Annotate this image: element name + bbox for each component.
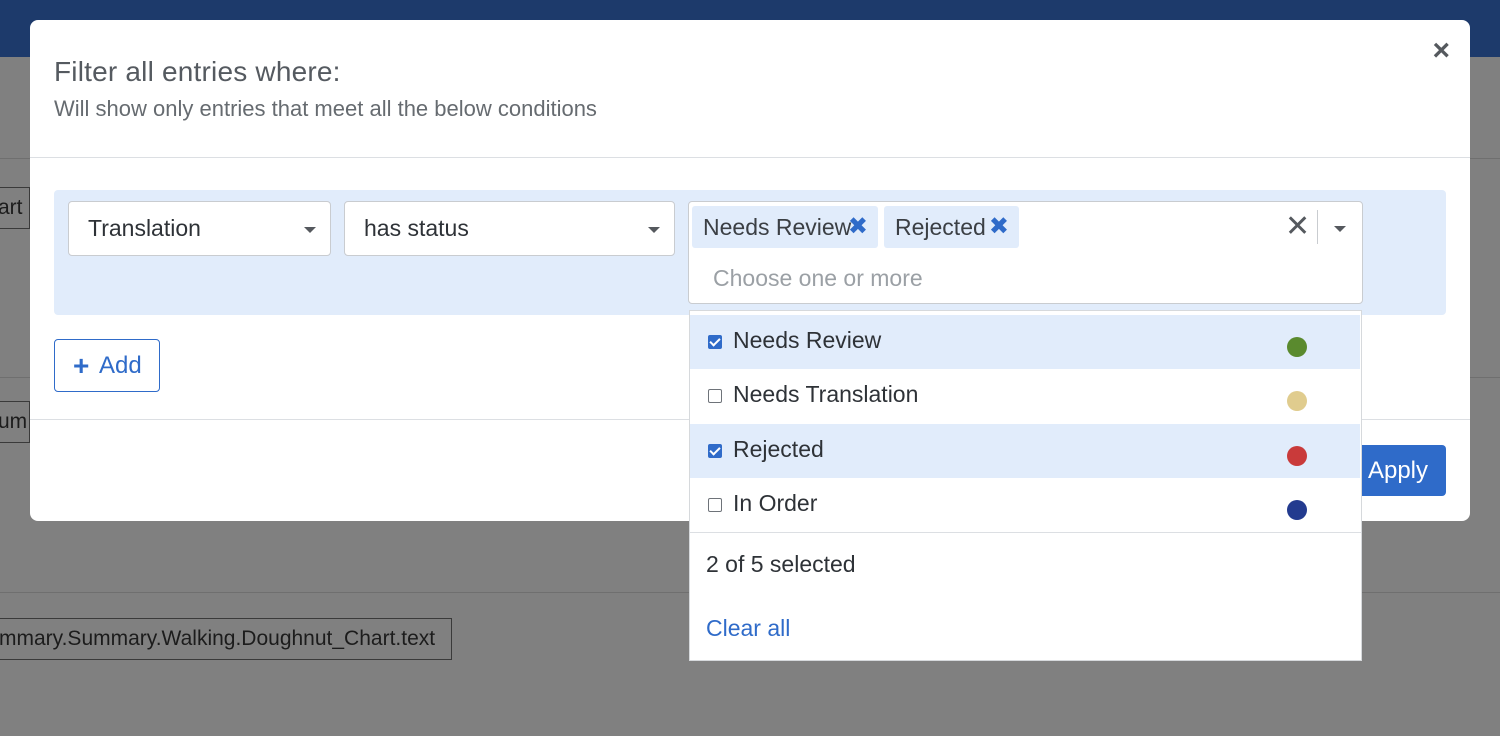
dropdown-divider — [690, 532, 1361, 533]
status-color-dot — [1287, 500, 1307, 520]
field-select-value: Translation — [88, 215, 201, 241]
operator-select-value: has status — [364, 215, 469, 241]
checkbox[interactable] — [708, 389, 722, 403]
option-label: In Order — [733, 490, 818, 516]
dropdown-option[interactable]: Needs Review — [690, 315, 1360, 369]
checkbox[interactable] — [708, 498, 722, 512]
remove-chip-icon[interactable]: ✖ — [848, 206, 868, 248]
status-dropdown: Needs Review Needs Translation Rejected … — [689, 310, 1362, 661]
filter-condition-row: Translation has status Needs Review ✖ Re… — [54, 190, 1446, 315]
status-color-dot — [1287, 446, 1307, 466]
modal-subtitle: Will show only entries that meet all the… — [54, 96, 597, 121]
bg-field-fragment: art — [0, 187, 30, 229]
add-button-label: Add — [99, 352, 142, 379]
option-label: Rejected — [733, 436, 824, 462]
chip-label: Needs Review — [703, 214, 852, 240]
close-button[interactable]: × — [1432, 36, 1450, 66]
dropdown-option[interactable]: In Order — [690, 478, 1360, 532]
multiselect-separator — [1317, 210, 1318, 244]
chevron-down-icon — [304, 227, 316, 233]
plus-icon: + — [73, 350, 90, 381]
dropdown-option[interactable]: Needs Translation — [690, 369, 1360, 423]
bg-field-fragment: um — [0, 401, 30, 443]
chevron-down-icon[interactable] — [1334, 226, 1346, 232]
clear-selection-icon[interactable]: ✕ — [1285, 208, 1310, 246]
bg-path-label: mmary.Summary.Walking.Doughnut_Chart.tex… — [0, 618, 452, 660]
status-color-dot — [1287, 337, 1307, 357]
status-color-dot — [1287, 391, 1307, 411]
chip-label: Rejected — [895, 214, 986, 240]
option-label: Needs Review — [733, 327, 882, 353]
dropdown-option[interactable]: Rejected — [690, 424, 1360, 478]
clear-all-link[interactable]: Clear all — [706, 615, 790, 642]
option-label: Needs Translation — [733, 381, 919, 407]
checkbox[interactable] — [708, 335, 722, 349]
modal-header-divider — [30, 157, 1470, 158]
modal-title: Filter all entries where: — [54, 56, 341, 87]
add-condition-button[interactable]: + Add — [54, 339, 160, 392]
checkbox[interactable] — [708, 444, 722, 458]
status-multiselect[interactable]: Needs Review ✖ Rejected ✖ ✕ — [688, 201, 1363, 304]
chevron-down-icon — [648, 227, 660, 233]
remove-chip-icon[interactable]: ✖ — [989, 206, 1009, 248]
multiselect-search-input[interactable] — [713, 260, 1273, 296]
selected-chip: Rejected ✖ — [884, 206, 1019, 248]
field-select[interactable]: Translation — [68, 201, 331, 256]
selected-chip: Needs Review ✖ — [692, 206, 878, 248]
selection-count: 2 of 5 selected — [706, 551, 856, 577]
operator-select[interactable]: has status — [344, 201, 675, 256]
